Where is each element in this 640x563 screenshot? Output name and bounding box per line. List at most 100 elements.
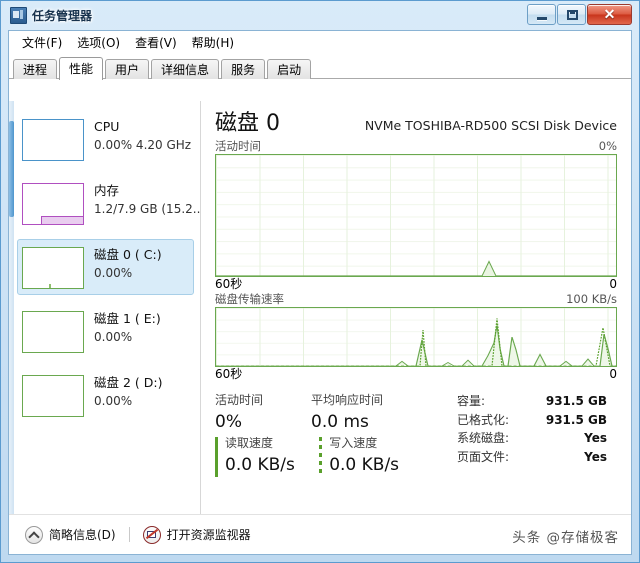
memory-labels: 内存 1.2/7.9 GB (15.2... xyxy=(94,180,204,218)
resource-sidebar: CPU 0.00% 4.20 GHz 内存 1.2/7.9 GB (15.2..… xyxy=(9,101,204,514)
minimize-button[interactable] xyxy=(527,4,556,25)
system-disk-label: 系统磁盘: xyxy=(457,431,510,445)
formatted-value: 931.5 GB xyxy=(545,412,607,427)
stat-value: 0.0 ms xyxy=(311,412,369,432)
memory-fill xyxy=(41,216,83,224)
stat-label: 写入速度 xyxy=(329,436,378,450)
transfer-axis-top: 磁盘传输速率 100 KB/s xyxy=(215,292,617,307)
device-name: NVMe TOSHIBA-RD500 SCSI Disk Device xyxy=(364,118,617,133)
stat-value: 0% xyxy=(215,412,242,432)
stats-right-labels: 容量: 已格式化: 系统磁盘: 页面文件: xyxy=(457,392,543,478)
watermark: 头条 @存储极客 xyxy=(512,530,619,546)
tab-services[interactable]: 服务 xyxy=(221,59,266,79)
disk2-labels: 磁盘 2 ( D:) 0.00% xyxy=(94,372,162,410)
activity-axis-bottom: 60秒 0 xyxy=(215,277,617,292)
title-bar[interactable]: 任务管理器 ✕ xyxy=(4,3,636,28)
sidebar-item-value: 0.00% 4.20 GHz xyxy=(94,138,192,152)
maximize-button[interactable] xyxy=(557,4,586,25)
close-button[interactable]: ✕ xyxy=(587,4,632,25)
stat-active-time: 活动时间 0% xyxy=(215,392,311,435)
activity-chart-label: 活动时间 xyxy=(215,139,261,153)
disk0-mini-graph xyxy=(22,247,84,289)
disk0-labels: 磁盘 0 ( C:) 0.00% xyxy=(94,244,162,282)
disk0-mini-spike xyxy=(49,284,51,288)
tab-users[interactable]: 用户 xyxy=(105,59,150,79)
menu-file[interactable]: 文件(F) xyxy=(15,32,70,53)
stats-right: 容量: 已格式化: 系统磁盘: 页面文件: 931.5 GB 931.5 GB … xyxy=(443,392,617,478)
activity-chart xyxy=(215,154,617,277)
transfer-chart-max: 100 KB/s xyxy=(566,292,617,306)
tab-performance[interactable]: 性能 xyxy=(59,57,104,80)
minimize-icon xyxy=(537,17,547,20)
task-manager-window: 任务管理器 ✕ 文件(F) 选项(O) 查看(V) 帮助(H) 进程 性能 用户 xyxy=(0,0,640,563)
page-file-label: 页面文件: xyxy=(457,449,510,464)
close-icon: ✕ xyxy=(603,6,616,22)
chevron-up-icon xyxy=(25,525,43,544)
maximize-icon xyxy=(567,10,578,20)
write-legend-icon xyxy=(319,437,323,477)
sidebar-item-memory[interactable]: 内存 1.2/7.9 GB (15.2... xyxy=(17,175,204,231)
cpu-labels: CPU 0.00% 4.20 GHz xyxy=(94,116,191,154)
fewer-details-label: 简略信息(D) xyxy=(49,528,116,542)
sidebar-item-label: 磁盘 2 ( D:) xyxy=(94,375,163,390)
stat-label: 平均响应时间 xyxy=(311,393,384,407)
panel-header: 磁盘 0 NVMe TOSHIBA-RD500 SCSI Disk Device xyxy=(215,109,617,139)
sidebar-item-disk2[interactable]: 磁盘 2 ( D:) 0.00% xyxy=(17,367,194,423)
page-file-value: Yes xyxy=(584,449,607,464)
system-disk-value: Yes xyxy=(584,431,607,445)
tab-bar: 进程 性能 用户 详细信息 服务 启动 xyxy=(9,54,631,80)
disk2-mini-graph xyxy=(22,375,84,417)
menu-options[interactable]: 选项(O) xyxy=(70,32,128,53)
performance-body: CPU 0.00% 4.20 GHz 内存 1.2/7.9 GB (15.2..… xyxy=(9,101,631,514)
fewer-details-button[interactable]: 简略信息(D) xyxy=(25,525,116,544)
stats-area: 活动时间 0% 平均响应时间 0.0 ms 读取速度 0.0 KB/s 写入速度… xyxy=(215,392,617,478)
window-controls: ✕ xyxy=(526,4,632,25)
disk-detail-panel: 磁盘 0 NVMe TOSHIBA-RD500 SCSI Disk Device… xyxy=(201,101,631,514)
stat-read-speed: 读取速度 0.0 KB/s xyxy=(215,435,319,478)
sidebar-item-value: 0.00% xyxy=(94,266,133,280)
client-area: 文件(F) 选项(O) 查看(V) 帮助(H) 进程 性能 用户 详细信息 服务… xyxy=(8,30,632,555)
sidebar-item-value: 1.2/7.9 GB (15.2... xyxy=(94,202,205,216)
tab-details[interactable]: 详细信息 xyxy=(151,59,220,79)
resource-monitor-icon xyxy=(142,525,161,544)
stat-value: 0.0 KB/s xyxy=(329,455,400,475)
menu-help[interactable]: 帮助(H) xyxy=(185,32,242,53)
stats-left: 活动时间 0% 平均响应时间 0.0 ms 读取速度 0.0 KB/s 写入速度… xyxy=(215,392,443,478)
tab-startup[interactable]: 启动 xyxy=(267,59,312,79)
stat-value: 0.0 KB/s xyxy=(225,455,295,475)
activity-axis-top: 活动时间 0% xyxy=(215,139,617,154)
stat-avg-response: 平均响应时间 0.0 ms xyxy=(311,392,427,435)
activity-x-left: 60秒 xyxy=(215,277,243,291)
capacity-value: 931.5 GB xyxy=(545,394,607,408)
resource-monitor-label: 打开资源监视器 xyxy=(166,528,251,542)
scrollbar-thumb[interactable] xyxy=(9,121,14,217)
sidebar-item-label: 磁盘 1 ( E:) xyxy=(94,311,161,326)
footer-bar: 简略信息(D) 打开资源监视器 头条 @存储极客 xyxy=(9,514,631,554)
activity-plot xyxy=(216,260,616,276)
sidebar-item-label: 磁盘 0 ( C:) xyxy=(94,247,162,262)
transfer-plot xyxy=(216,318,616,366)
sidebar-item-value: 0.00% xyxy=(94,394,133,408)
menu-view[interactable]: 查看(V) xyxy=(128,32,185,53)
sidebar-item-cpu[interactable]: CPU 0.00% 4.20 GHz xyxy=(17,111,194,167)
sidebar-item-disk1[interactable]: 磁盘 1 ( E:) 0.00% xyxy=(17,303,194,359)
stat-label: 活动时间 xyxy=(215,393,264,407)
read-legend-icon xyxy=(215,437,218,477)
transfer-chart xyxy=(215,307,617,367)
capacity-label: 容量: xyxy=(457,394,486,408)
sidebar-item-value: 0.00% xyxy=(94,330,133,344)
stats-right-values: 931.5 GB 931.5 GB Yes Yes xyxy=(543,392,617,478)
stats-row-1: 活动时间 0% 平均响应时间 0.0 ms xyxy=(215,392,443,435)
stat-write-speed: 写入速度 0.0 KB/s xyxy=(319,435,443,478)
window-title: 任务管理器 xyxy=(32,9,93,23)
sidebar-item-label: 内存 xyxy=(94,183,120,198)
sidebar-item-disk0[interactable]: 磁盘 0 ( C:) 0.00% xyxy=(17,239,194,295)
tab-processes[interactable]: 进程 xyxy=(13,59,58,79)
sidebar-item-label: CPU xyxy=(94,119,120,134)
sidebar-scrollbar[interactable] xyxy=(9,101,14,514)
page-title: 磁盘 0 xyxy=(215,111,280,136)
task-manager-icon xyxy=(10,7,27,24)
resource-monitor-button[interactable]: 打开资源监视器 xyxy=(142,525,251,544)
footer-divider xyxy=(128,527,130,542)
transfer-x-left: 60秒 xyxy=(215,367,243,381)
